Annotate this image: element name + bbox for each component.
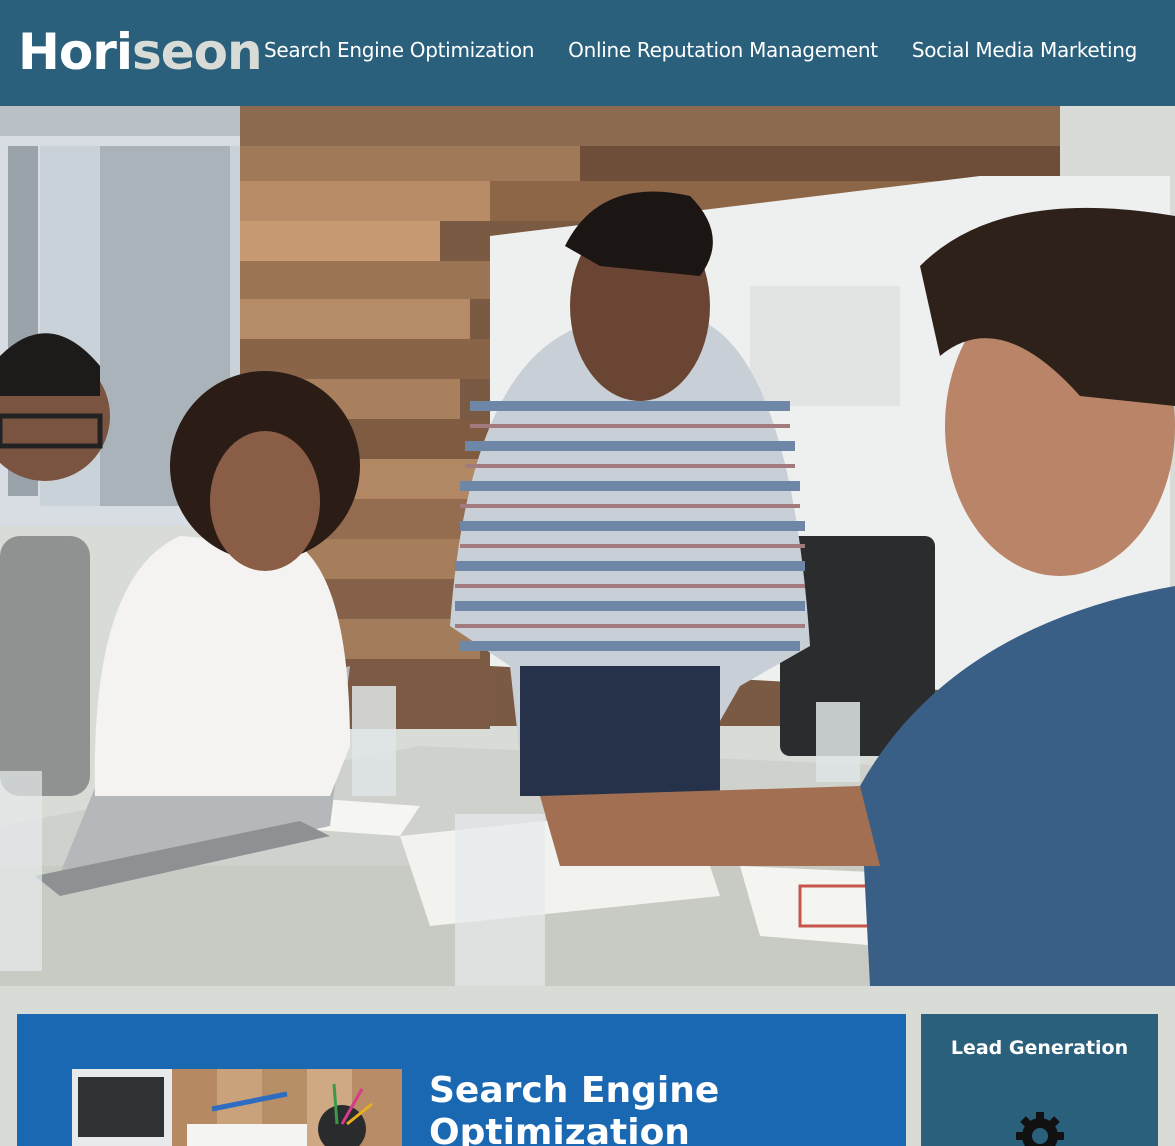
nav-item-social: Social Media Marketing — [912, 38, 1137, 62]
logo-text-hori: Hori — [18, 23, 133, 81]
site-header: Horiseon Search Engine Optimization Onli… — [0, 0, 1175, 106]
site-logo[interactable]: Horiseon — [18, 22, 263, 82]
seo-image — [72, 1069, 402, 1146]
seo-title: Search Engine Optimization — [429, 1070, 720, 1146]
hero-photo — [0, 106, 1175, 986]
gear-icon — [1014, 1110, 1066, 1146]
workspace-desk-photo — [72, 1069, 402, 1146]
main-nav: Search Engine Optimization Online Reputa… — [264, 38, 1137, 62]
benefit-lead-generation: Lead Generation — [921, 1014, 1158, 1146]
logo-text-seon: seon — [132, 23, 263, 81]
nav-item-reputation: Online Reputation Management — [568, 38, 878, 62]
nav-link-social[interactable]: Social Media Marketing — [912, 38, 1137, 62]
nav-link-seo[interactable]: Search Engine Optimization — [264, 38, 534, 62]
nav-item-seo: Search Engine Optimization — [264, 38, 534, 62]
lead-generation-title: Lead Generation — [950, 1037, 1129, 1059]
nav-link-reputation[interactable]: Online Reputation Management — [568, 38, 878, 62]
hero-image — [0, 106, 1175, 986]
content-search-engine-optimization: Search Engine Optimization — [17, 1014, 906, 1146]
